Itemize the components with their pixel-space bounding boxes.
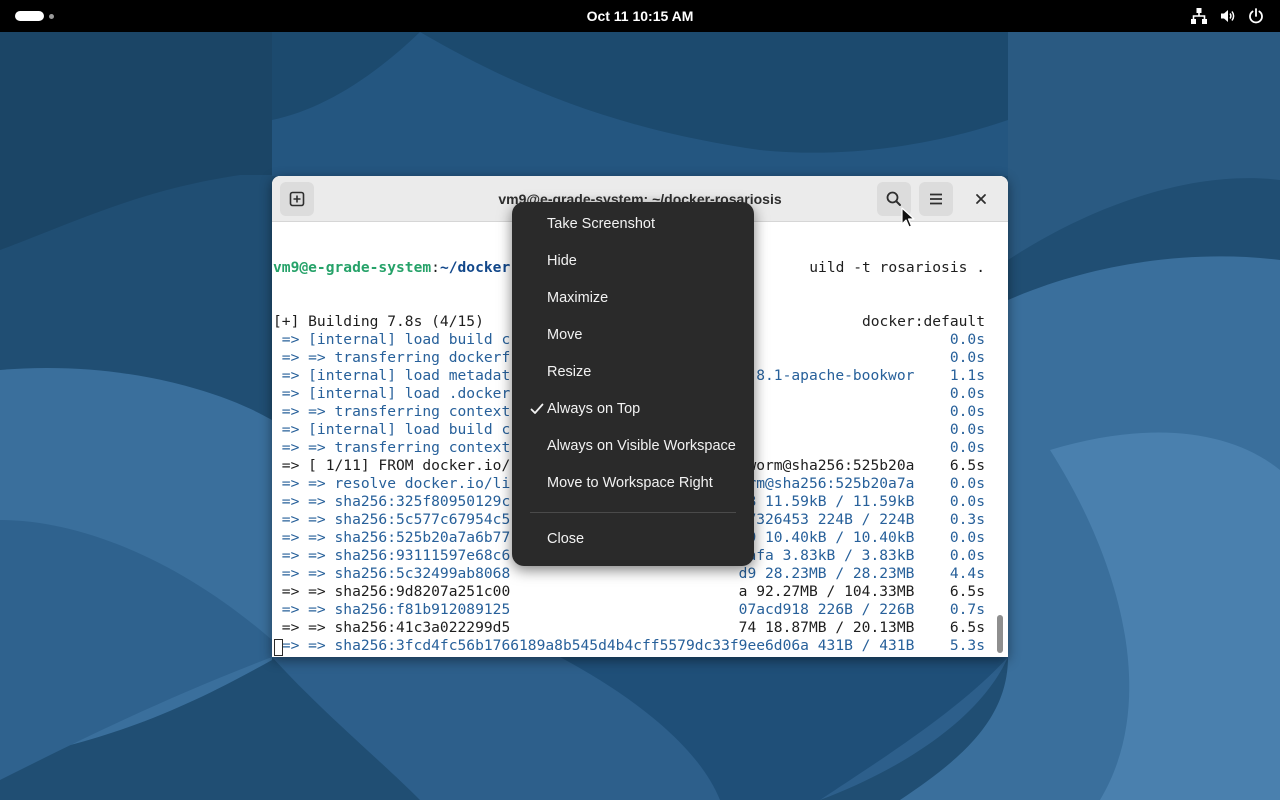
log-text: => => transferring context (273, 439, 511, 456)
network-icon[interactable] (1190, 7, 1208, 25)
checkmark-icon (530, 403, 544, 414)
log-text: => [internal] load build c (273, 421, 511, 438)
prompt-separator: : (431, 259, 440, 276)
menu-item-hide[interactable]: Hide (518, 244, 748, 278)
log-text: => => sha256:41c3a022299d5 74 18.87MB / … (273, 619, 915, 636)
window-context-menu: Take Screenshot Hide Maximize Move Resize Alw… (512, 202, 754, 566)
prompt-path: ~/docker (439, 259, 511, 276)
log-time: 1.1s (949, 367, 985, 384)
log-line: => => sha256:41c3a022299d5 74 18.87MB / … (273, 619, 991, 637)
log-time: 0.3s (949, 511, 985, 528)
workspace-indicator-dot (49, 13, 54, 19)
menu-item-label: Move to Workspace Right (547, 475, 713, 491)
log-time: 0.0s (949, 493, 985, 510)
log-time: 0.0s (949, 475, 985, 492)
log-line: => => sha256:3fcd4fc56b1766189a8b545d4b4… (273, 637, 991, 655)
log-line: => => extracting sha256:5c32499ab806884c… (273, 655, 991, 657)
prompt-command-tail: uild -t rosariosis . (809, 259, 985, 276)
menu-item-take-screenshot[interactable]: Take Screenshot (518, 207, 748, 241)
menu-item-label: Always on Top (547, 401, 641, 417)
log-time: 0.0s (949, 421, 985, 438)
activities-button[interactable] (15, 11, 55, 21)
log-text: => => sha256:9d8207a251c00 a 92.27MB / 1… (273, 583, 915, 600)
close-icon (976, 194, 986, 204)
log-time: 5.3s (949, 637, 985, 654)
menu-item-resize[interactable]: Resize (518, 355, 748, 389)
log-time: 6.5s (949, 583, 985, 600)
log-text: => => extracting sha256:5c32499ab806884c… (273, 655, 915, 657)
log-text: [+] Building 7.8s (4/15) (273, 313, 484, 330)
menu-item-label: Maximize (547, 290, 609, 306)
log-time: 4.4s (949, 565, 985, 582)
menu-item-always-on-top[interactable]: Always on Top (518, 392, 748, 426)
log-text: => => transferring dockerf (273, 349, 511, 366)
menu-item-move-to-workspace-right[interactable]: Move to Workspace Right (518, 466, 748, 500)
log-line: => => sha256:9d8207a251c00 a 92.27MB / 1… (273, 583, 991, 601)
terminal-cursor (274, 639, 283, 656)
menu-item-close[interactable]: Close (518, 522, 748, 556)
log-text: => [internal] load build c (273, 331, 511, 348)
menu-item-label: Always on Visible Workspace (547, 438, 736, 454)
menu-item-label: Move (547, 327, 583, 343)
log-time: 0.0s (949, 349, 985, 366)
log-line: => => sha256:5c32499ab8068 d9 28.23MB / … (273, 565, 991, 583)
log-time: 0.0s (949, 547, 985, 564)
hamburger-menu-icon (930, 193, 942, 205)
log-text: => => sha256:5c32499ab8068 d9 28.23MB / … (273, 565, 915, 582)
new-tab-icon (289, 191, 305, 207)
main-menu-button[interactable] (919, 182, 953, 216)
log-time: 0.0s (949, 439, 985, 456)
top-bar: Oct 11 10:15 AM (0, 0, 1280, 32)
menu-item-move[interactable]: Move (518, 318, 748, 352)
log-time: 6.5s (949, 457, 985, 474)
log-text: => => transferring context (273, 403, 511, 420)
new-tab-button[interactable] (280, 182, 314, 216)
log-text: => [internal] load .docker (273, 385, 511, 402)
menu-item-always-on-visible-workspace[interactable]: Always on Visible Workspace (518, 429, 748, 463)
close-window-button[interactable] (966, 184, 996, 214)
log-text: => => sha256:f81b912089125 07acd918 226B… (273, 601, 915, 618)
clock[interactable]: Oct 11 10:15 AM (540, 0, 740, 32)
menu-item-label: Resize (547, 364, 592, 380)
prompt-user: vm9@e-grade-system (273, 259, 432, 276)
log-time: 6.5s (949, 619, 985, 636)
volume-icon[interactable] (1219, 7, 1237, 25)
log-time: 1.7s (950, 655, 985, 657)
mouse-pointer-icon (901, 207, 915, 228)
log-time: 0.0s (949, 385, 985, 402)
workspace-indicator-active (15, 11, 44, 21)
log-time: 0.0s (949, 331, 985, 348)
log-time: docker:default (861, 313, 985, 330)
menu-separator (530, 512, 736, 513)
power-icon[interactable] (1247, 7, 1265, 25)
log-line: => => sha256:f81b912089125 07acd918 226B… (273, 601, 991, 619)
menu-item-maximize[interactable]: Maximize (518, 281, 748, 315)
log-time: 0.0s (949, 529, 985, 546)
menu-item-label: Take Screenshot (547, 216, 656, 232)
terminal-scrollbar[interactable] (997, 615, 1003, 653)
menu-item-label: Hide (547, 253, 577, 269)
log-time: 0.0s (949, 403, 985, 420)
log-time: 0.7s (949, 601, 985, 618)
log-text: => => sha256:3fcd4fc56b1766189a8b545d4b4… (273, 637, 915, 654)
